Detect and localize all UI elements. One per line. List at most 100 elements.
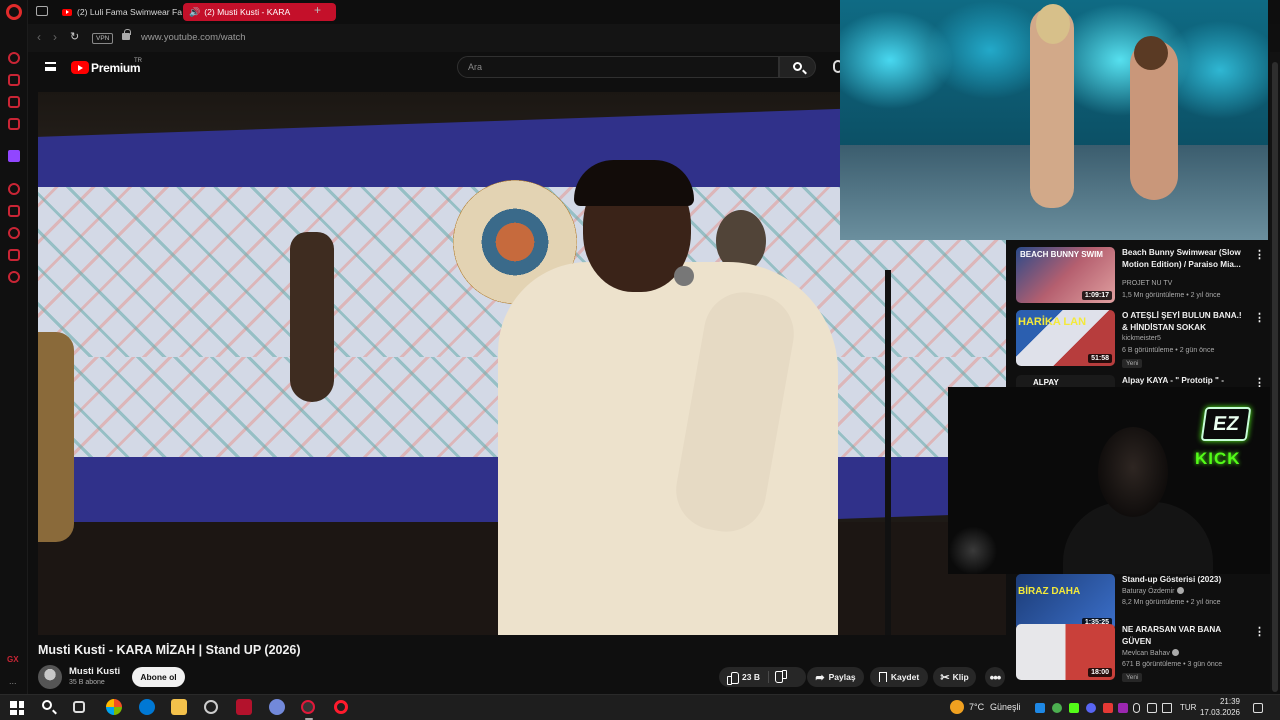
search-input[interactable] [457, 56, 779, 78]
address-bar: ‹ › ↻ VPN www.youtube.com/watch [28, 24, 840, 52]
recommendation-channel-row[interactable]: Baturay Özdemir [1122, 587, 1184, 595]
channel-name[interactable]: Musti Kusti [69, 666, 120, 677]
recommendation-title[interactable]: Stand-up Gösterisi (2023) [1122, 574, 1248, 586]
share-button[interactable]: ➦ Paylaş [807, 667, 864, 687]
recommendation-channel: Baturay Özdemir [1122, 588, 1175, 595]
tray-app-icon[interactable] [1118, 703, 1128, 713]
more-actions-button[interactable]: ••• [985, 667, 1005, 687]
recommendation-meta: 1,5 Mn görüntüleme • 2 yıl önce [1122, 292, 1221, 299]
settings-gear-icon[interactable] [8, 271, 20, 283]
new-badge: Yeni [1122, 359, 1143, 368]
recommendation-channel[interactable]: PROJET NU TV [1122, 280, 1172, 287]
recommendation-channel-row[interactable]: Mevlcan Bahav [1122, 649, 1179, 657]
recommendation-title[interactable]: Alpay KAYA - " Prototip " - [1122, 375, 1248, 387]
edge-icon[interactable] [139, 699, 155, 715]
subscriber-count: 35 B abone [69, 679, 105, 686]
speaker-icon[interactable]: 🔊 [189, 7, 200, 18]
kebab-menu-icon[interactable]: ⋮ [1254, 627, 1265, 638]
opera-logo-icon[interactable] [6, 4, 22, 20]
tray-app-icon[interactable] [1052, 703, 1062, 713]
lock-icon[interactable] [122, 29, 131, 40]
twitch-icon[interactable] [8, 150, 20, 162]
language-indicator[interactable]: TUR [1180, 703, 1196, 712]
thumbs-up-icon [727, 671, 739, 685]
video-thumbnail[interactable]: HARİKA LAN 51:58 [1016, 310, 1115, 366]
weather-icon[interactable] [950, 700, 964, 714]
tray-app-icon[interactable] [1035, 703, 1045, 713]
extensions-icon[interactable] [8, 249, 20, 261]
opera-gx-icon[interactable] [301, 700, 315, 714]
weather-desc[interactable]: Güneşli [990, 702, 1021, 712]
premium-label[interactable]: Premium [91, 61, 141, 75]
gx-corner-icon[interactable] [8, 52, 20, 64]
store-icon[interactable] [8, 74, 20, 86]
opera-icon[interactable] [334, 700, 348, 714]
clip-button[interactable]: ✂ Klip [933, 667, 976, 687]
recommendation-channel[interactable]: kickmeister5 [1122, 335, 1161, 342]
windows-start-icon[interactable] [10, 701, 24, 715]
network-icon[interactable] [1147, 703, 1157, 713]
sidebar-more-icon[interactable]: ... [9, 676, 17, 686]
video-thumbnail[interactable]: BEACH BUNNY SWIM 1:09:17 [1016, 247, 1115, 303]
app-icon[interactable] [204, 700, 218, 714]
microphone-icon[interactable] [1133, 703, 1140, 713]
desktop: GX ... (2) Luli Fama Swimwear Fa 🔊 (2) M… [0, 0, 1280, 720]
discord-icon[interactable] [269, 699, 285, 715]
kebab-menu-icon[interactable]: ⋮ [1254, 250, 1265, 261]
clock-date: 17.03.2026 [1199, 708, 1240, 717]
taskbar-search-button[interactable] [41, 699, 57, 715]
copilot-icon[interactable] [106, 699, 122, 715]
scrollbar-thumb[interactable] [1272, 62, 1278, 692]
weather-temp[interactable]: 7°C [969, 702, 984, 712]
url-field[interactable]: www.youtube.com/watch [141, 32, 246, 43]
file-explorer-icon[interactable] [171, 699, 187, 715]
video-left-prop [38, 332, 74, 542]
workspaces-icon[interactable] [36, 6, 48, 16]
picture-in-picture-video[interactable] [840, 0, 1268, 240]
video-thumbnail[interactable]: BİRAZ DAHA 1:35:25 [1016, 574, 1115, 630]
reload-icon[interactable]: ↻ [70, 30, 79, 43]
recommendation-title[interactable]: Beach Bunny Swimwear (Slow Motion Editio… [1122, 247, 1248, 270]
player-icon[interactable] [8, 183, 20, 195]
channel-avatar[interactable] [38, 665, 62, 689]
thumbnail-text: HARİKA LAN [1018, 316, 1087, 328]
forward-icon[interactable]: › [53, 30, 57, 44]
ez-sign: EZ [1200, 407, 1252, 441]
mediaplayer-icon[interactable] [236, 699, 252, 715]
subscribe-button[interactable]: Abone ol [132, 667, 185, 687]
video-thumbnail[interactable]: 18:00 [1016, 624, 1115, 680]
search-button[interactable] [779, 56, 816, 78]
youtube-logo-icon[interactable] [71, 61, 89, 74]
search-icon [42, 700, 52, 710]
menu-icon[interactable] [45, 62, 56, 71]
page-scrollbar[interactable] [1270, 52, 1280, 692]
task-view-icon[interactable] [73, 701, 85, 713]
scissors-icon: ✂ [940, 671, 950, 684]
clock[interactable]: 21:39 17.03.2026 [1196, 696, 1240, 718]
back-icon[interactable]: ‹ [37, 30, 41, 44]
pip-model-head [1036, 4, 1070, 44]
notifications-icon[interactable] [1253, 703, 1263, 713]
tray-app-icon[interactable] [1103, 703, 1113, 713]
dislike-button[interactable] [769, 667, 794, 687]
recommendation-title[interactable]: NE ARARSAN VAR BANA GÜVEN [1122, 624, 1248, 647]
save-label: Kaydet [890, 672, 920, 682]
tab-luli-fama[interactable]: (2) Luli Fama Swimwear Fa [56, 3, 202, 21]
tray-app-icon[interactable] [1069, 703, 1079, 713]
kebab-menu-icon[interactable]: ⋮ [1254, 313, 1265, 324]
bookmark-icon [878, 672, 887, 682]
like-button[interactable]: 23 B [719, 667, 768, 687]
kick-stream-overlay[interactable]: EZ KICK [948, 387, 1280, 574]
recommendation-title[interactable]: O ATEŞLİ ŞEYİ BULUN BANA.! & HİNDİSTAN S… [1122, 310, 1248, 333]
mail-icon[interactable] [8, 118, 20, 130]
volume-icon[interactable] [1162, 703, 1172, 713]
bookmarks-icon[interactable] [8, 205, 20, 217]
new-tab-button[interactable]: + [314, 3, 321, 17]
vpn-badge[interactable]: VPN [92, 33, 114, 44]
messenger-icon[interactable] [8, 96, 20, 108]
kick-light-prop [948, 527, 998, 574]
tray-discord-icon[interactable] [1086, 703, 1096, 713]
save-button[interactable]: Kaydet [870, 667, 928, 687]
history-icon[interactable] [8, 227, 20, 239]
duration-badge: 18:00 [1088, 668, 1112, 677]
